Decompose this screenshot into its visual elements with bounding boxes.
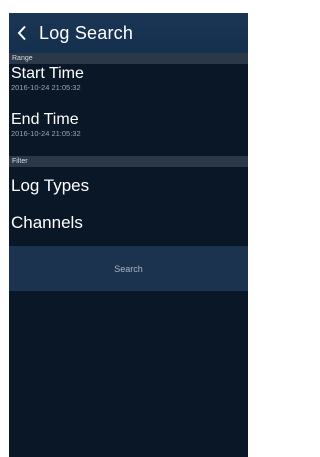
- start-time-item[interactable]: Start Time 2016-10-24 21:05:32: [9, 64, 248, 110]
- search-button[interactable]: Search: [9, 246, 248, 291]
- channels-label: Channels: [11, 212, 83, 232]
- chevron-left-icon[interactable]: [10, 13, 34, 53]
- header-bar: Log Search: [9, 13, 248, 53]
- end-time-value: 2016-10-24 21:05:32: [11, 129, 81, 138]
- log-types-item[interactable]: Log Types: [9, 167, 248, 204]
- log-types-label: Log Types: [11, 175, 90, 195]
- channels-item[interactable]: Channels: [9, 204, 248, 241]
- end-time-label: End Time: [11, 111, 79, 128]
- start-time-value: 2016-10-24 21:05:32: [11, 83, 81, 92]
- search-button-label: Search: [114, 263, 143, 274]
- section-header-range: Range: [9, 53, 248, 64]
- log-search-screen: Log Search Range Start Time 2016-10-24 2…: [9, 13, 248, 457]
- start-time-label: Start Time: [11, 65, 84, 82]
- section-header-filter: Filter: [9, 156, 248, 167]
- page-title: Log Search: [39, 22, 134, 43]
- end-time-item[interactable]: End Time 2016-10-24 21:05:32: [9, 110, 248, 156]
